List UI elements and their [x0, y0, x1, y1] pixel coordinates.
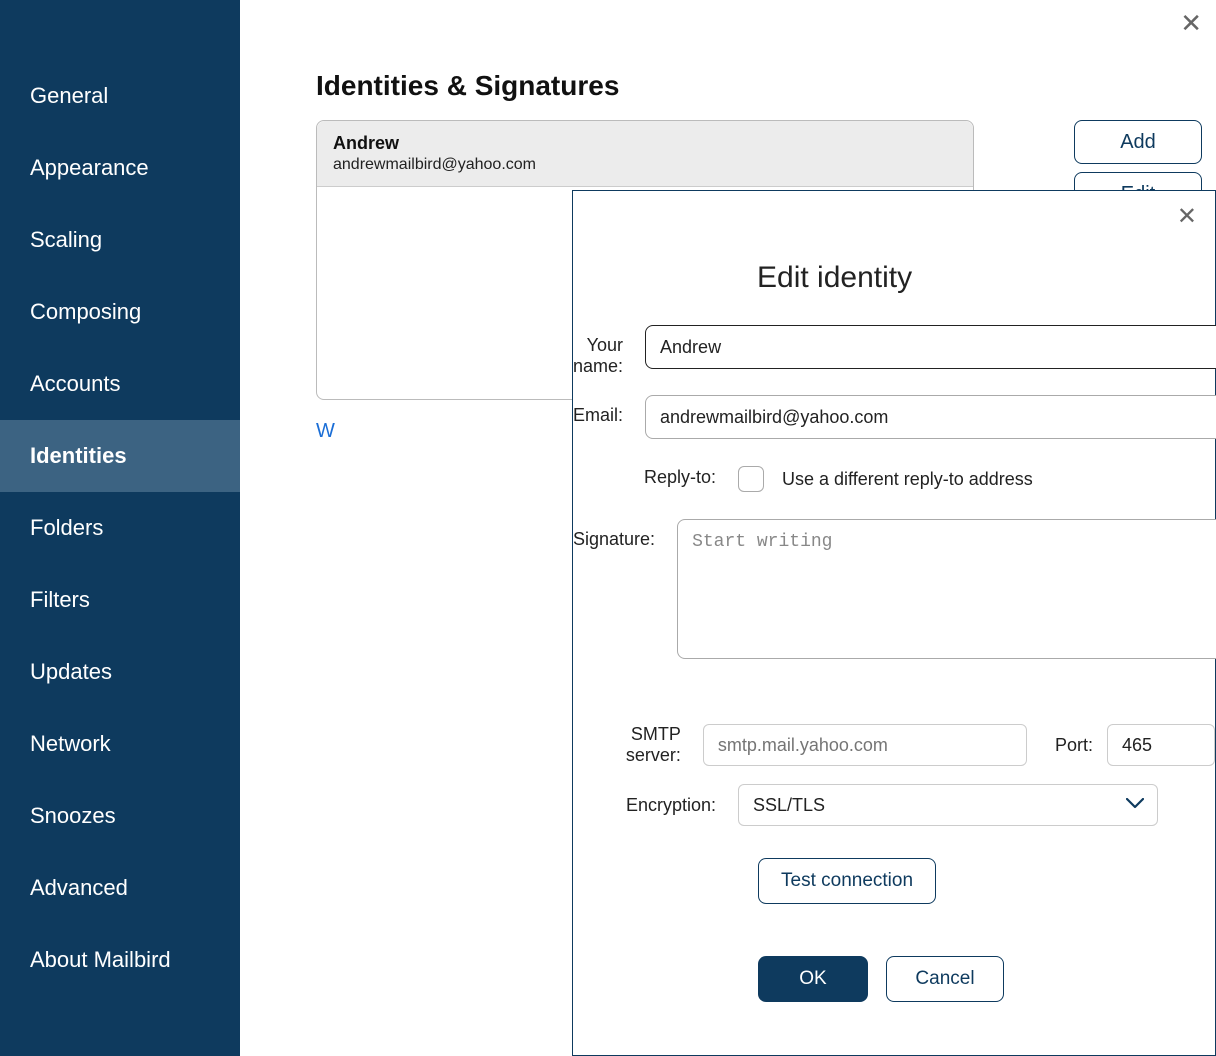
cancel-button[interactable]: Cancel — [886, 956, 1004, 1002]
smtp-input[interactable] — [703, 724, 1027, 766]
port-label: Port: — [1055, 735, 1093, 756]
add-button[interactable]: Add — [1074, 120, 1202, 164]
reply-to-checkbox[interactable] — [738, 466, 764, 492]
close-icon[interactable]: ✕ — [1180, 10, 1202, 36]
sidebar-item-identities[interactable]: Identities — [0, 420, 240, 492]
sidebar-item-advanced[interactable]: Advanced — [0, 852, 240, 924]
encryption-value: SSL/TLS — [753, 795, 825, 816]
close-icon[interactable]: ✕ — [1177, 205, 1197, 229]
sidebar-item-network[interactable]: Network — [0, 708, 240, 780]
smtp-label: SMTP server: — [573, 724, 703, 766]
your-name-input[interactable] — [645, 325, 1216, 369]
reply-to-label: Reply-to: — [573, 457, 738, 488]
signature-input[interactable] — [677, 519, 1216, 659]
sidebar-item-about[interactable]: About Mailbird — [0, 924, 240, 996]
sidebar-item-updates[interactable]: Updates — [0, 636, 240, 708]
test-connection-button[interactable]: Test connection — [758, 858, 936, 904]
encryption-select[interactable]: SSL/TLS — [738, 784, 1158, 826]
identity-email: andrewmailbird@yahoo.com — [333, 156, 957, 174]
main-content: ✕ Identities & Signatures Andrew andrewm… — [240, 0, 1216, 1056]
edit-identity-modal: ✕ Edit identity Your name: Email: Reply — [572, 190, 1216, 1056]
identity-name: Andrew — [333, 133, 957, 154]
sidebar: General Appearance Scaling Composing Acc… — [0, 0, 240, 1056]
modal-title: Edit identity — [757, 261, 1215, 295]
reply-to-checkbox-label: Use a different reply-to address — [782, 469, 1033, 490]
ok-button[interactable]: OK — [758, 956, 868, 1002]
encryption-label: Encryption: — [573, 795, 738, 816]
sidebar-item-general[interactable]: General — [0, 60, 240, 132]
page-title: Identities & Signatures — [316, 70, 1216, 102]
partial-link[interactable]: W — [316, 420, 335, 443]
sidebar-item-folders[interactable]: Folders — [0, 492, 240, 564]
identity-row[interactable]: Andrew andrewmailbird@yahoo.com — [317, 121, 973, 187]
your-name-label: Your name: — [573, 325, 645, 377]
sidebar-item-accounts[interactable]: Accounts — [0, 348, 240, 420]
email-input[interactable] — [645, 395, 1216, 439]
sidebar-item-filters[interactable]: Filters — [0, 564, 240, 636]
sidebar-item-appearance[interactable]: Appearance — [0, 132, 240, 204]
email-label: Email: — [573, 395, 645, 426]
sidebar-item-snoozes[interactable]: Snoozes — [0, 780, 240, 852]
signature-label: Signature: — [573, 519, 677, 550]
sidebar-item-composing[interactable]: Composing — [0, 276, 240, 348]
sidebar-item-scaling[interactable]: Scaling — [0, 204, 240, 276]
port-input[interactable] — [1107, 724, 1215, 766]
